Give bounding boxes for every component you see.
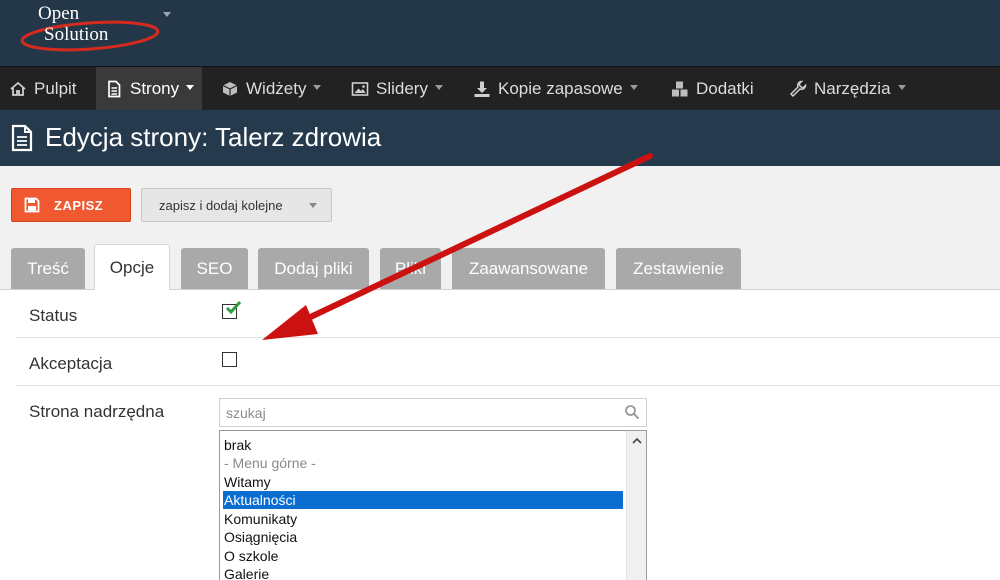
chevron-down-icon [897,84,906,90]
list-item[interactable]: brak [223,436,623,454]
nav-label: Slidery [376,78,428,98]
svg-text:Open: Open [38,3,80,24]
tab-zestawienie[interactable]: Zestawienie [616,248,741,289]
home-icon [10,81,26,96]
tab-zaawansowane[interactable]: Zaawansowane [452,248,605,289]
list-scrollbar[interactable] [626,431,646,580]
floppy-icon [24,197,40,213]
nav-item-narzedzia[interactable]: Narzędzia [789,67,906,110]
page-title: Edycja strony: Talerz zdrowia [45,122,382,152]
logo-dropdown-caret[interactable] [163,12,171,17]
cubes-icon [672,81,688,96]
nav-label: Strony [130,78,180,98]
scroll-up-button[interactable] [627,431,646,449]
tab-label: Pliki [394,258,427,278]
search-icon [625,405,640,420]
nav-label: Dodatki [696,78,754,98]
nav-item-pulpit[interactable]: Pulpit [0,67,95,110]
chevron-down-icon[interactable] [309,203,317,208]
nav-item-strony[interactable]: Strony [96,67,202,110]
check-icon [225,300,242,315]
parent-page-list[interactable]: brak - Menu górne - Witamy Aktualności K… [219,430,647,580]
main-nav: Pulpit Strony Widżety Slidery Kopie zapa… [0,66,1000,110]
nav-item-dodatki[interactable]: Dodatki [671,67,754,110]
list-item[interactable]: Galerie [223,565,623,580]
tab-label: Zaawansowane [468,258,589,278]
svg-text:Solution: Solution [44,24,109,45]
tab-label: Zestawienie [633,258,724,278]
list-item[interactable]: Osiągnięcia [223,528,623,546]
row-divider [16,337,1000,338]
image-icon [351,81,369,96]
nav-label: Kopie zapasowe [498,78,623,98]
cube-icon [222,81,238,96]
chevron-down-icon [629,84,638,90]
tab-label: Opcje [109,257,155,277]
nav-label: Narzędzia [814,78,891,98]
chevron-down-icon [434,84,443,90]
nav-item-kopie-zapasowe[interactable]: Kopie zapasowe [473,67,638,110]
list-item[interactable]: Komunikaty [223,510,623,528]
tab-opcje[interactable]: Opcje [94,244,170,290]
chevron-up-icon [632,437,642,444]
save-button-label: ZAPISZ [54,197,104,213]
nav-label: Widżety [246,78,307,98]
list-item-selected[interactable]: Aktualności [223,491,623,509]
acceptance-checkbox[interactable] [222,352,237,367]
tab-seo[interactable]: SEO [181,248,248,289]
list-item[interactable]: O szkole [223,547,623,565]
nav-item-slidery[interactable]: Slidery [351,67,443,110]
tab-label: SEO [196,258,233,278]
status-label: Status [29,306,78,325]
wrench-icon [789,80,807,97]
nav-label: Pulpit [34,78,77,98]
document-icon [11,124,33,152]
download-icon [474,81,490,97]
search-input[interactable] [219,398,647,427]
acceptance-label: Akceptacja [29,354,113,373]
parent-page-label: Strona nadrzędna [29,402,165,421]
document-icon [108,80,121,97]
tab-label: Dodaj pliki [274,258,353,278]
chevron-down-icon [313,84,322,90]
content-area: ZAPISZ zapisz i dodaj kolejne Treść Opcj… [0,166,1000,580]
list-item: - Menu górne - [224,455,316,471]
save-button[interactable]: ZAPISZ [11,188,131,222]
save-and-add-label: zapisz i dodaj kolejne [159,197,283,213]
save-and-add-button[interactable]: zapisz i dodaj kolejne [141,188,332,222]
nav-item-widzety[interactable]: Widżety [221,67,322,110]
open-solution-logo[interactable]: Open Solution [12,0,162,58]
tab-dodaj-pliki[interactable]: Dodaj pliki [258,248,369,289]
row-divider [16,385,1000,386]
tab-tresc[interactable]: Treść [11,248,85,289]
tab-label: Treść [27,258,69,278]
list-item[interactable]: Witamy [223,473,623,491]
tab-pliki[interactable]: Pliki [380,248,441,289]
chevron-down-icon [186,84,195,90]
top-bar: Open Solution [0,0,1000,66]
page-header: Edycja strony: Talerz zdrowia [0,110,1000,166]
options-form: Status Akceptacja Strona nadrzędna brak … [0,290,1000,580]
